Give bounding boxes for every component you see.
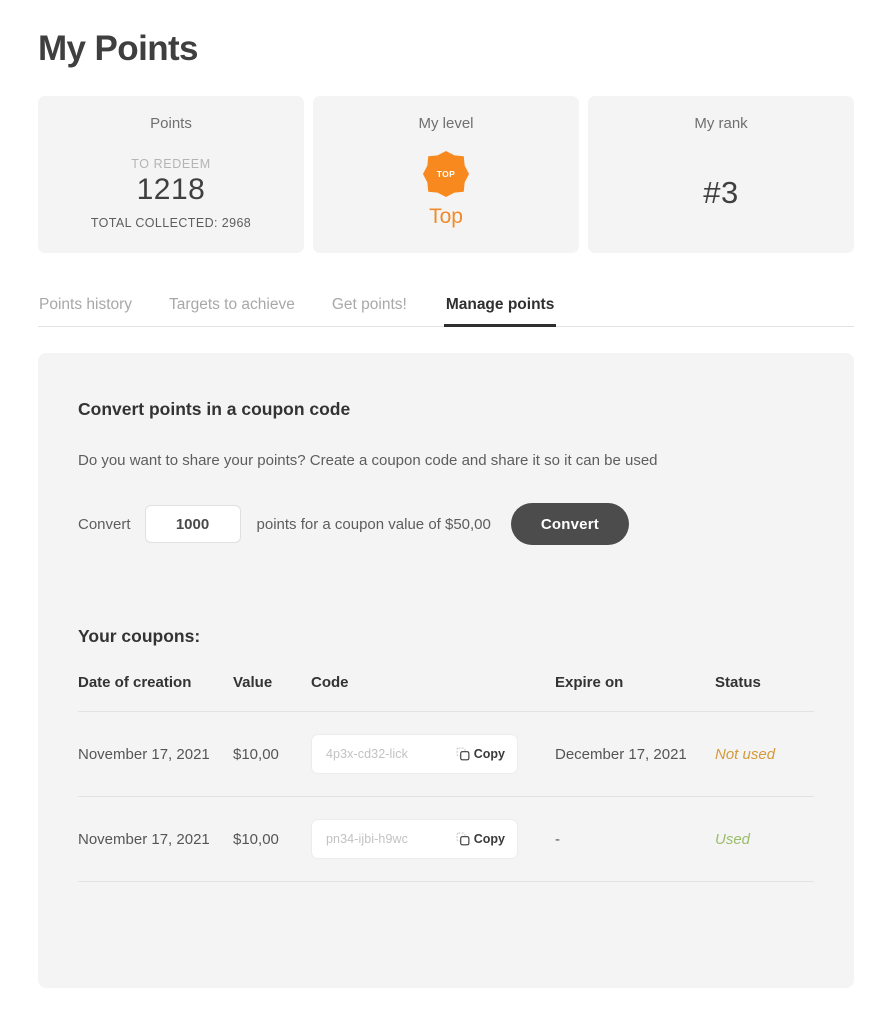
coupons-header-row: Date of creation Value Code Expire on St… — [78, 673, 814, 712]
points-total-collected: TOTAL COLLECTED: 2968 — [90, 215, 252, 230]
coupons-table: Date of creation Value Code Expire on St… — [78, 673, 814, 883]
my-points-page: My Points Points TO REDEEM 1218 TOTAL CO… — [0, 0, 892, 1024]
coupon-status: Not used — [715, 711, 814, 797]
coupon-code-box: pn34-ijbi-h9wc Copy — [311, 819, 518, 860]
status-badge: Not used — [715, 745, 776, 763]
coupon-code-box: 4p3x-cd32-lick Copy — [311, 734, 518, 775]
coupon-code-cell: 4p3x-cd32-lick Copy — [311, 711, 555, 797]
convert-prefix-label: Convert — [78, 515, 131, 533]
stat-card-level: My level TOP Top — [313, 96, 579, 253]
tab-targets-to-achieve[interactable]: Targets to achieve — [169, 296, 295, 328]
tab-manage-points[interactable]: Manage points — [443, 296, 557, 327]
tab-points-history[interactable]: Points history — [39, 296, 132, 328]
copy-code-button[interactable]: Copy — [456, 747, 505, 761]
coupon-status: Used — [715, 796, 814, 882]
column-header-status: Status — [715, 674, 761, 691]
column-header-value: Value — [233, 674, 273, 691]
points-to-redeem-label: TO REDEEM — [131, 156, 211, 171]
copy-code-button[interactable]: Copy — [456, 832, 505, 846]
status-badge: Used — [715, 830, 751, 848]
points-amount-input[interactable] — [144, 505, 241, 543]
convert-description: Do you want to share your points? Create… — [78, 452, 658, 469]
convert-suffix-label: points for a coupon value of $50,00 — [256, 515, 491, 533]
coupon-code-cell: pn34-ijbi-h9wc Copy — [311, 796, 555, 882]
manage-points-panel: Convert points in a coupon code Do you w… — [38, 353, 854, 988]
coupon-code-text: 4p3x-cd32-lick — [326, 746, 408, 761]
coupon-value: $10,00 — [233, 796, 311, 882]
level-name: Top — [429, 204, 463, 228]
table-row: November 17, 2021 $10,00 pn34-ijbi-h9wc … — [78, 796, 814, 882]
column-header-date: Date of creation — [78, 674, 192, 691]
coupon-expire: December 17, 2021 — [555, 711, 715, 797]
level-badge: TOP — [422, 150, 470, 198]
level-card-title: My level — [418, 115, 474, 132]
copy-icon — [456, 747, 470, 761]
column-header-expire: Expire on — [555, 674, 624, 691]
coupon-code-text: pn34-ijbi-h9wc — [326, 831, 408, 846]
column-header-code: Code — [311, 674, 349, 691]
stats-row: Points TO REDEEM 1218 TOTAL COLLECTED: 2… — [38, 96, 854, 253]
page-title: My Points — [38, 29, 199, 68]
convert-heading: Convert points in a coupon code — [78, 399, 351, 419]
stat-card-rank: My rank #3 — [588, 96, 854, 253]
coupon-expire: - — [555, 796, 715, 882]
stat-card-points: Points TO REDEEM 1218 TOTAL COLLECTED: 2… — [38, 96, 304, 253]
tab-get-points[interactable]: Get points! — [332, 296, 407, 328]
points-card-title: Points — [150, 115, 192, 132]
points-to-redeem-value: 1218 — [136, 173, 206, 206]
convert-button[interactable]: Convert — [510, 503, 629, 545]
top-badge-label: TOP — [436, 168, 456, 179]
table-bottom-divider — [78, 881, 814, 883]
table-row: November 17, 2021 $10,00 4p3x-cd32-lick … — [78, 711, 814, 797]
tabs-nav: Points history Targets to achieve Get po… — [38, 283, 854, 327]
coupons-table-head: Date of creation Value Code Expire on St… — [78, 673, 814, 712]
copy-button-label: Copy — [473, 747, 505, 762]
convert-row: Convert points for a coupon value of $50… — [78, 503, 814, 545]
coupons-heading: Your coupons: — [78, 626, 201, 646]
coupon-date: November 17, 2021 — [78, 711, 233, 797]
copy-icon — [456, 832, 470, 846]
rank-value: #3 — [703, 174, 739, 210]
coupon-date: November 17, 2021 — [78, 796, 233, 882]
coupons-table-body: November 17, 2021 $10,00 4p3x-cd32-lick … — [78, 711, 814, 883]
copy-button-label: Copy — [473, 832, 505, 847]
coupon-value: $10,00 — [233, 711, 311, 797]
rank-card-title: My rank — [694, 115, 748, 132]
